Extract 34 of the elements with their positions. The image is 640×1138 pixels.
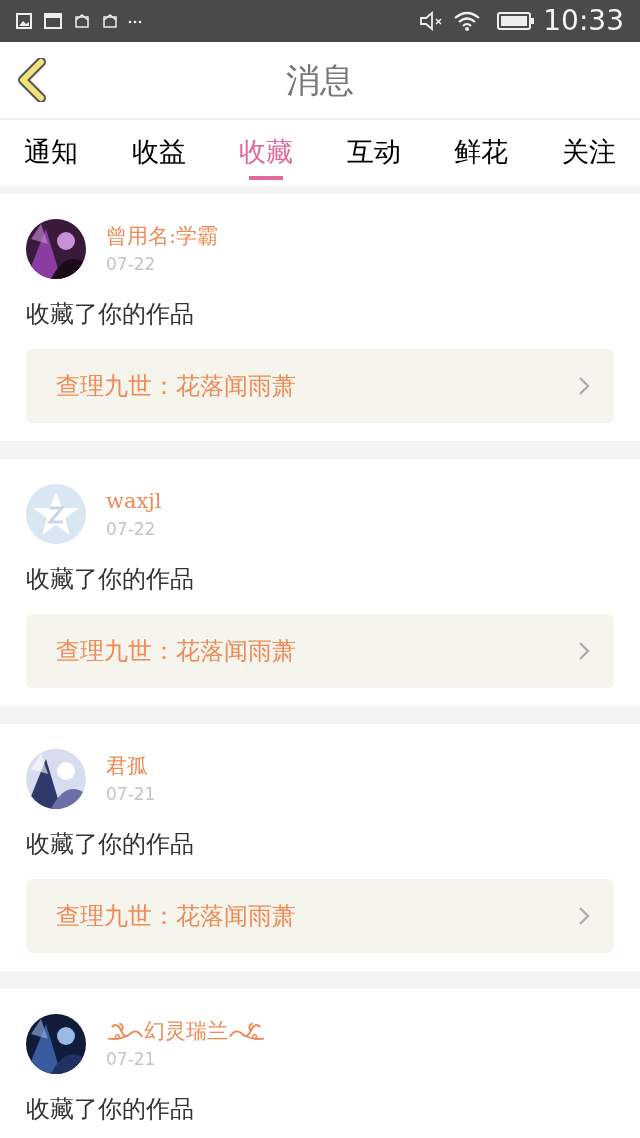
user-name[interactable]: waxjl <box>106 486 162 516</box>
battery-icon <box>497 11 536 31</box>
tab[interactable]: 鲜花 <box>436 120 527 186</box>
work-link[interactable]: 查理九世：花落闻雨萧 <box>26 879 614 953</box>
work-link[interactable]: 查理九世：花落闻雨萧 <box>26 349 614 423</box>
default-avatar-icon <box>26 484 86 544</box>
tab[interactable]: 收藏 <box>221 120 312 186</box>
date: 07-21 <box>106 783 156 806</box>
page-title: 消息 <box>286 58 354 102</box>
image-icon <box>16 13 32 29</box>
more-icon <box>128 20 142 24</box>
calendar-icon <box>44 13 62 29</box>
wifi-icon <box>453 10 482 32</box>
clock: 10:33 <box>543 7 624 35</box>
user-name[interactable]: 君孤 <box>106 751 148 781</box>
message-text: 收藏了你的作品 <box>26 564 195 595</box>
tab[interactable]: 互动 <box>328 120 419 186</box>
message-text: 收藏了你的作品 <box>26 1094 195 1125</box>
user-name[interactable]: 曾用名:学霸 <box>106 221 219 251</box>
work-link[interactable]: 查理九世：花落闻雨萧 <box>26 614 614 688</box>
chevron-icon <box>578 906 590 926</box>
chevron-icon <box>578 641 590 661</box>
date: 07-22 <box>106 253 157 276</box>
date: 07-22 <box>106 518 157 541</box>
user-name[interactable]: 幻灵瑞兰 <box>144 1016 228 1046</box>
date: 07-21 <box>106 1048 157 1071</box>
tab[interactable]: 收益 <box>113 120 204 186</box>
message-text: 收藏了你的作品 <box>26 829 195 860</box>
back-button[interactable] <box>16 58 48 102</box>
tab[interactable]: 关注 <box>543 120 634 186</box>
message-text: 收藏了你的作品 <box>26 299 195 330</box>
back-icon <box>17 58 47 102</box>
tab[interactable]: 通知 <box>6 120 96 186</box>
chevron-icon <box>578 376 590 396</box>
